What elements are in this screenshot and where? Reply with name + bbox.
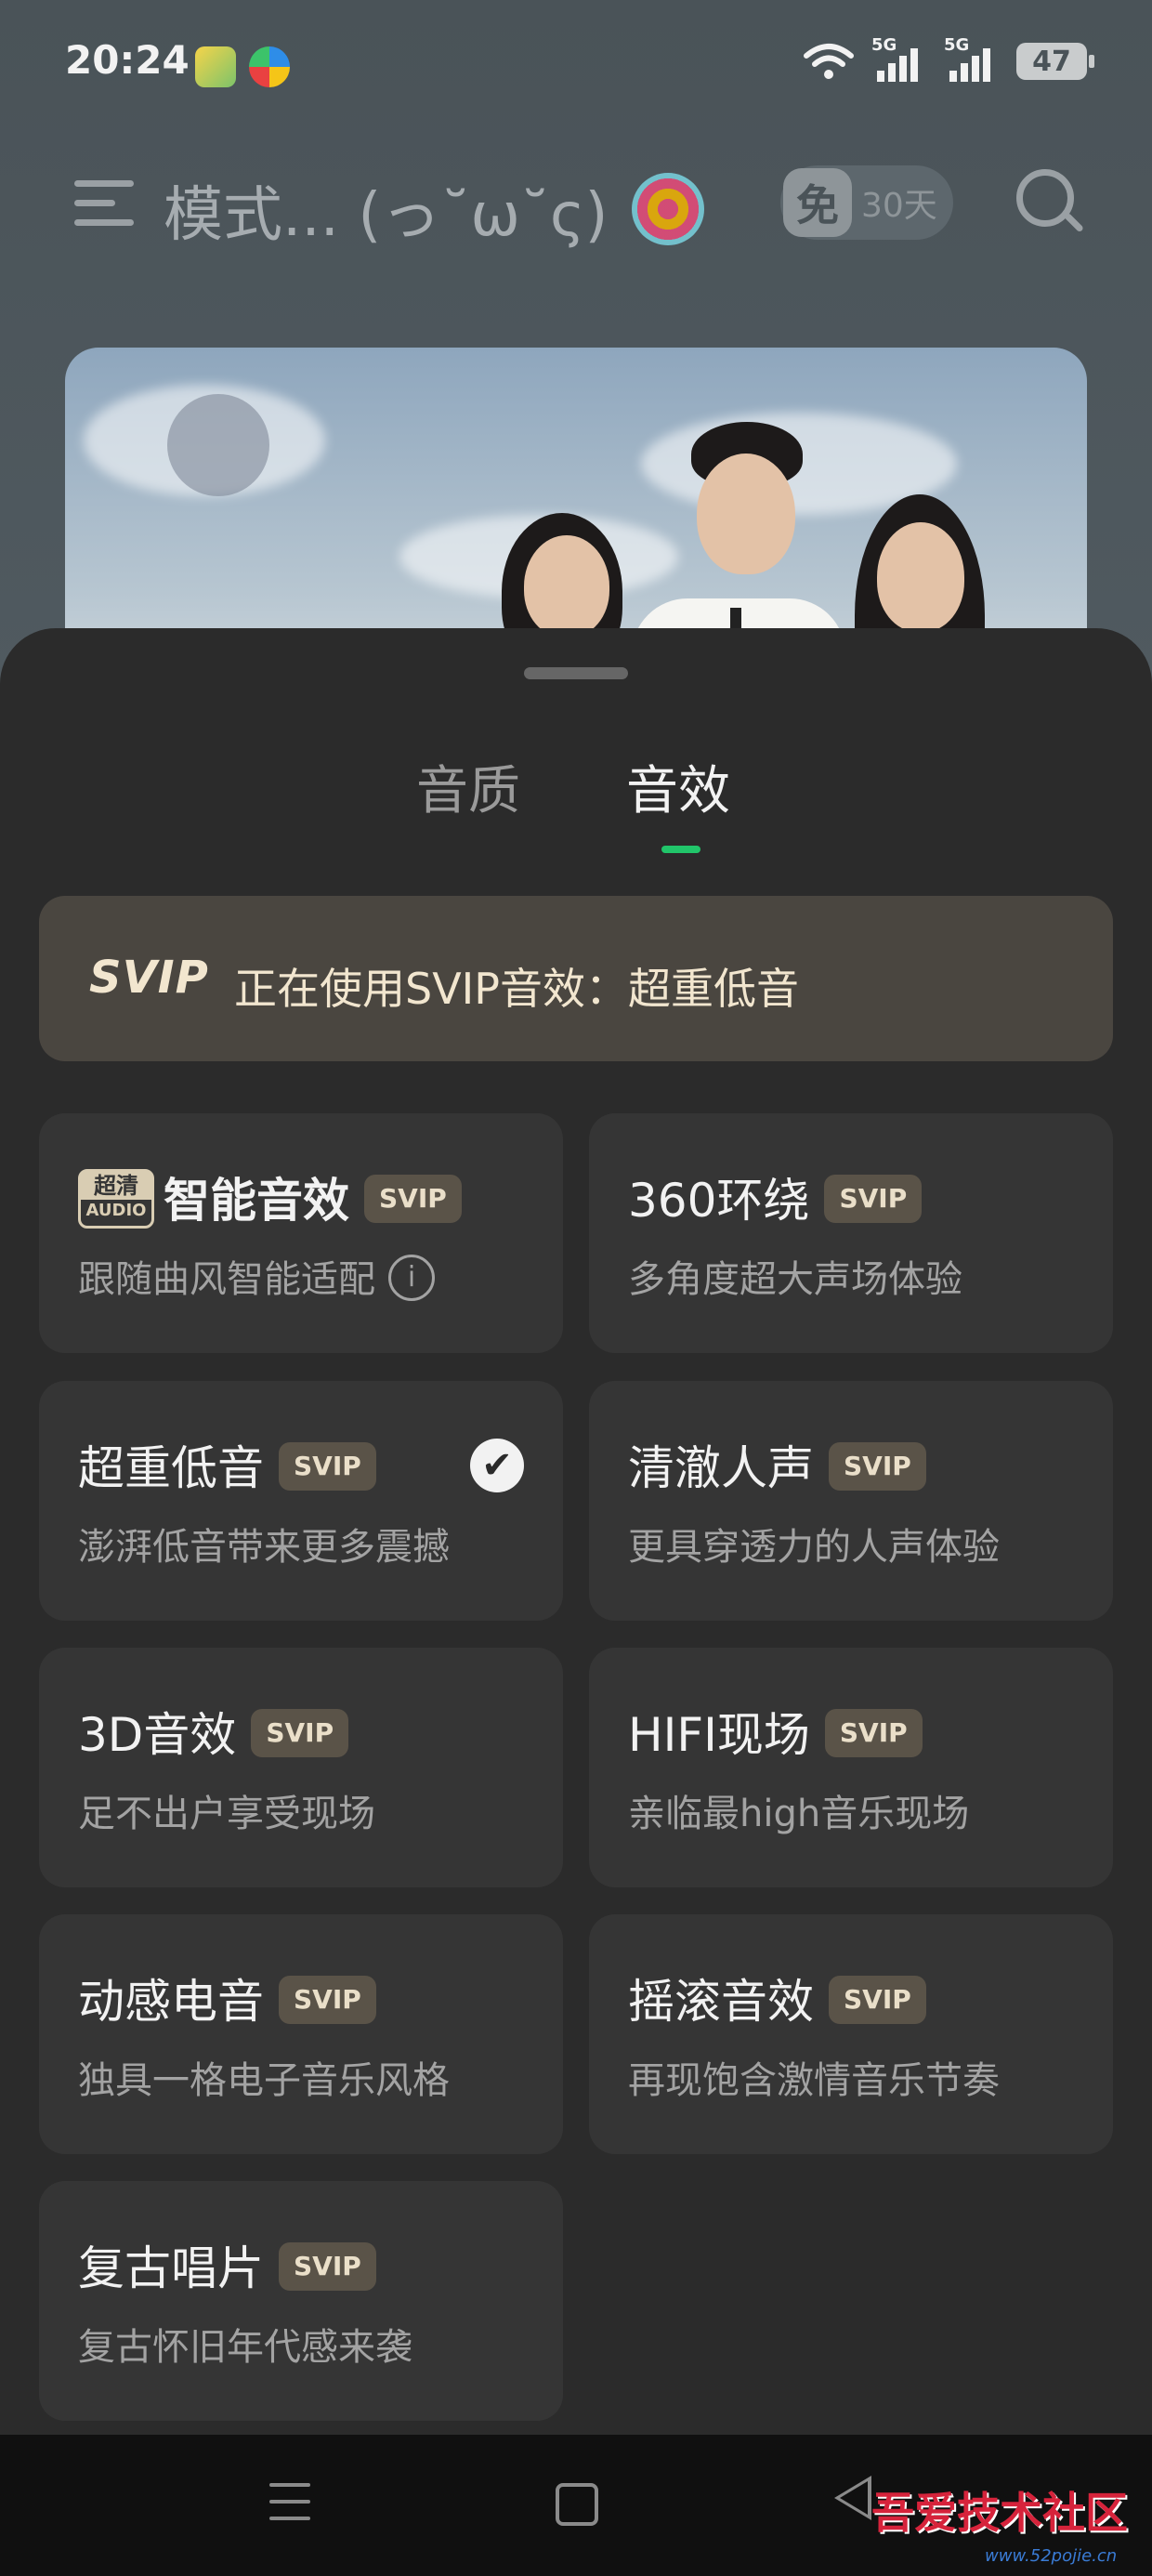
uhd-mark-bottom: AUDIO <box>85 1200 147 1220</box>
uhd-audio-icon: 超清 AUDIO <box>78 1168 154 1229</box>
sound-effect-sheet: 音质 音效 SVIP 正在使用SVIP音效：超重低音 超清 AUDIO 智能音效… <box>0 628 1152 2435</box>
watermark-text: 吾爱技术社区 <box>871 2488 1128 2538</box>
svip-badge: SVIP <box>279 1975 376 2024</box>
svip-badge: SVIP <box>279 1441 376 1491</box>
tab-bar: 音质 音效 <box>0 749 1152 842</box>
effect-title: HIFI现场 <box>628 1708 810 1762</box>
effect-subtitle: 再现饱含激情音乐节奏 <box>628 2059 1000 2102</box>
svip-badge: SVIP <box>829 1975 926 2024</box>
notice-text: 正在使用SVIP音效：超重低音 <box>234 964 799 1014</box>
nav-menu-icon[interactable] <box>269 2481 310 2524</box>
info-icon[interactable]: i <box>388 1255 435 1301</box>
effect-card-vinyl[interactable]: 复古唱片 SVIP 复古怀旧年代感来袭 <box>39 2181 563 2421</box>
effect-subtitle: 亲临最high音乐现场 <box>628 1793 970 1835</box>
effect-subtitle: 复古怀旧年代感来袭 <box>78 2326 412 2369</box>
effect-title-row: 3D音效 SVIP <box>78 1698 349 1765</box>
effect-title-row: 摇滚音效 SVIP <box>628 1965 926 2031</box>
tab-sound-effects[interactable]: 音效 <box>626 749 730 824</box>
effect-title-row: HIFI现场 SVIP <box>628 1698 923 1765</box>
lollipop-icon <box>632 173 704 245</box>
effect-card-electro[interactable]: 动感电音 SVIP 独具一格电子音乐风格 <box>39 1914 563 2154</box>
effect-subtitle: 跟随曲风智能适配 <box>78 1258 375 1301</box>
effect-subtitle: 多角度超大声场体验 <box>628 1258 962 1301</box>
effect-subtitle: 独具一格电子音乐风格 <box>78 2059 450 2102</box>
effect-card-smart[interactable]: 超清 AUDIO 智能音效 SVIP 跟随曲风智能适配 i <box>39 1113 563 1353</box>
effect-subtitle: 足不出户享受现场 <box>78 1793 375 1835</box>
status-time: 20:24 <box>65 37 190 83</box>
nav-back-icon[interactable] <box>834 2476 871 2520</box>
effect-title: 清澈人声 <box>628 1441 814 1495</box>
free-days: 30天 <box>861 187 937 225</box>
active-tab-indicator <box>661 846 700 853</box>
svip-logo: SVIP <box>89 952 209 1004</box>
battery-icon: 47 <box>1016 43 1094 80</box>
effect-title: 动感电音 <box>78 1975 264 2029</box>
signal-5g-icon: 5G <box>871 35 927 82</box>
effect-card-3d[interactable]: 3D音效 SVIP 足不出户享受现场 <box>39 1648 563 1887</box>
battery-level: 47 <box>1032 45 1071 78</box>
current-effect-notice: SVIP 正在使用SVIP音效：超重低音 <box>39 896 1113 1061</box>
effect-card-vocal[interactable]: 清澈人声 SVIP 更具穿透力的人声体验 <box>589 1381 1113 1621</box>
check-icon: ✔ <box>470 1439 524 1492</box>
tab-sound-quality[interactable]: 音质 <box>416 749 520 824</box>
svip-badge: SVIP <box>824 1174 923 1223</box>
top-bar: 模式... (っ˘ω˘ς) 免 30天 <box>0 158 1152 251</box>
effect-title: 超重低音 <box>78 1441 264 1495</box>
effect-card-bass[interactable]: 超重低音 SVIP ✔ 澎湃低音带来更多震撼 <box>39 1381 563 1621</box>
effect-title-row: 复古唱片 SVIP <box>78 2231 376 2298</box>
search-icon[interactable] <box>1016 169 1084 234</box>
effect-title: 360环绕 <box>628 1174 810 1228</box>
page-title: 模式... (っ˘ω˘ς) <box>164 181 609 250</box>
effect-subtitle: 更具穿透力的人声体验 <box>628 1526 1000 1569</box>
effect-title-row: 超清 AUDIO 智能音效 SVIP <box>78 1163 462 1234</box>
effect-card-360[interactable]: 360环绕 SVIP 多角度超大声场体验 <box>589 1113 1113 1353</box>
video-app-icon <box>195 46 236 87</box>
menu-icon[interactable] <box>74 175 134 230</box>
svip-badge: SVIP <box>279 2241 376 2291</box>
effect-subtitle: 澎湃低音带来更多震撼 <box>78 1526 450 1569</box>
nav-home-icon[interactable] <box>556 2483 598 2526</box>
status-indicators: 5G 5G 47 <box>803 35 1094 82</box>
effect-card-hifi[interactable]: HIFI现场 SVIP 亲临最high音乐现场 <box>589 1648 1113 1887</box>
svip-badge: SVIP <box>824 1708 923 1757</box>
effect-title: 3D音效 <box>78 1708 237 1762</box>
free-trial-badge[interactable]: 免 30天 <box>780 165 953 240</box>
effect-title-row: 动感电音 SVIP <box>78 1965 376 2031</box>
effect-title: 智能音效 <box>164 1174 349 1228</box>
wifi-icon <box>804 44 854 79</box>
svip-badge: SVIP <box>251 1708 349 1757</box>
svip-badge: SVIP <box>364 1174 462 1223</box>
pinwheel-app-icon <box>249 46 290 87</box>
status-bar: 20:24 5G 5G 47 <box>0 0 1152 139</box>
effect-title-row: 超重低音 SVIP <box>78 1431 376 1498</box>
effect-title: 摇滚音效 <box>628 1975 814 2029</box>
free-mark: 免 <box>783 168 852 237</box>
svip-badge: SVIP <box>829 1441 926 1491</box>
uhd-mark-top: 超清 <box>81 1171 151 1200</box>
watermark-url: www.52pojie.cn <box>985 2546 1118 2566</box>
effect-card-rock[interactable]: 摇滚音效 SVIP 再现饱含激情音乐节奏 <box>589 1914 1113 2154</box>
drag-handle[interactable] <box>524 667 628 679</box>
signal-5g-icon: 5G <box>944 35 1000 82</box>
moon-shape <box>167 394 269 496</box>
effect-title-row: 清澈人声 SVIP <box>628 1431 926 1498</box>
effect-title-row: 360环绕 SVIP <box>628 1163 923 1230</box>
effect-subtitle-row: 跟随曲风智能适配 i <box>78 1249 435 1305</box>
effect-title: 复古唱片 <box>78 2241 264 2295</box>
